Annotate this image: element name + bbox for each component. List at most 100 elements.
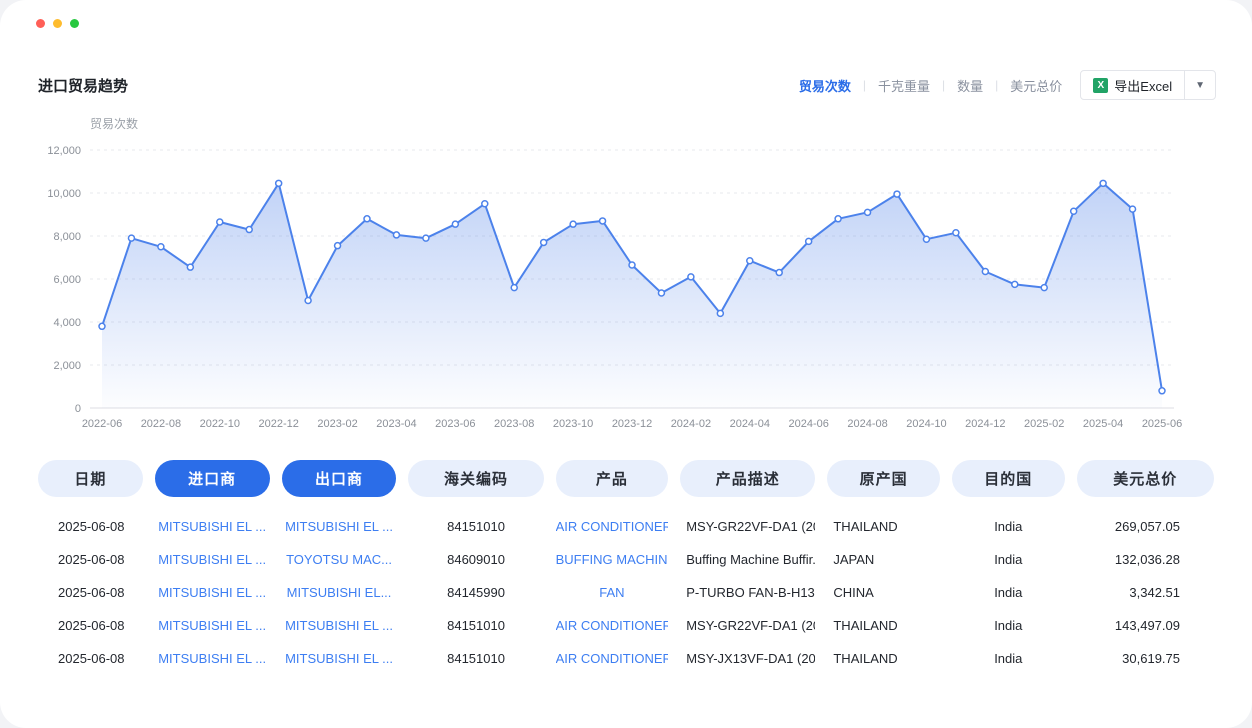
table-row: 2025-06-08 MITSUBISHI EL ... MITSUBISHI … [38, 510, 1214, 543]
cell-total-usd: 30,619.75 [1077, 651, 1214, 666]
svg-text:2022-10: 2022-10 [200, 418, 240, 430]
cell-importer-link[interactable]: MITSUBISHI EL ... [155, 552, 270, 567]
cell-importer-link[interactable]: MITSUBISHI EL ... [155, 519, 270, 534]
filter-pill[interactable]: 美元总价 [1077, 460, 1214, 497]
cell-origin-country: THAILAND [827, 618, 940, 633]
export-excel-label: 导出Excel [1114, 76, 1172, 95]
cell-date: 2025-06-08 [38, 618, 143, 633]
cell-destination-country: India [952, 585, 1065, 600]
cell-description: Buffing Machine Buffir... [680, 552, 815, 567]
header-row: 进口贸易趋势 贸易次数 | 千克重量 | 数量 | 美元总价 导出Excel ▼ [38, 70, 1216, 100]
svg-text:6,000: 6,000 [53, 274, 81, 286]
filter-pill[interactable]: 原产国 [827, 460, 940, 497]
window-traffic-lights [36, 19, 79, 28]
header-right: 贸易次数 | 千克重量 | 数量 | 美元总价 导出Excel ▼ [797, 70, 1216, 100]
cell-exporter-link[interactable]: MITSUBISHI EL ... [282, 618, 397, 633]
maximize-window-icon[interactable] [70, 19, 79, 28]
metric-tab-separator: | [995, 78, 998, 92]
minimize-window-icon[interactable] [53, 19, 62, 28]
svg-text:2023-04: 2023-04 [376, 418, 416, 430]
filter-pill[interactable]: 海关编码 [408, 460, 543, 497]
cell-hs-code: 84151010 [408, 651, 543, 666]
cell-hs-code: 84151010 [408, 618, 543, 633]
cell-exporter-link[interactable]: MITSUBISHI EL ... [282, 519, 397, 534]
cell-importer-link[interactable]: MITSUBISHI EL ... [155, 618, 270, 633]
cell-description: P-TURBO FAN-B-H13 ... [680, 585, 815, 600]
cell-description: MSY-JX13VF-DA1 (20D... [680, 651, 815, 666]
cell-importer-link[interactable]: MITSUBISHI EL ... [155, 651, 270, 666]
cell-date: 2025-06-08 [38, 585, 143, 600]
cell-hs-code: 84609010 [408, 552, 543, 567]
cell-origin-country: CHINA [827, 585, 940, 600]
filter-pill[interactable]: 目的国 [952, 460, 1065, 497]
svg-text:2023-08: 2023-08 [494, 418, 534, 430]
cell-destination-country: India [952, 651, 1065, 666]
svg-text:2024-08: 2024-08 [847, 418, 887, 430]
svg-text:2023-10: 2023-10 [553, 418, 593, 430]
cell-product-link[interactable]: AIR CONDITIONER [556, 519, 669, 534]
cell-product-link[interactable]: AIR CONDITIONER [556, 618, 669, 633]
cell-importer-link[interactable]: MITSUBISHI EL ... [155, 585, 270, 600]
page-title: 进口贸易趋势 [38, 75, 128, 96]
cell-origin-country: THAILAND [827, 519, 940, 534]
svg-text:0: 0 [75, 403, 81, 415]
svg-text:2025-06: 2025-06 [1142, 418, 1182, 430]
svg-text:2022-06: 2022-06 [82, 418, 122, 430]
cell-exporter-link[interactable]: TOYOTSU MAC... [282, 552, 397, 567]
svg-text:4,000: 4,000 [53, 317, 81, 329]
metric-tab-1[interactable]: 贸易次数 [797, 76, 853, 95]
svg-text:2024-02: 2024-02 [671, 418, 711, 430]
table-row: 2025-06-08 MITSUBISHI EL ... MITSUBISHI … [38, 576, 1214, 609]
cell-date: 2025-06-08 [38, 552, 143, 567]
svg-text:2023-12: 2023-12 [612, 418, 652, 430]
cell-date: 2025-06-08 [38, 651, 143, 666]
svg-text:2025-04: 2025-04 [1083, 418, 1123, 430]
svg-text:2024-06: 2024-06 [788, 418, 828, 430]
metric-tab-3[interactable]: 数量 [955, 76, 985, 95]
filter-pill[interactable]: 进口商 [155, 460, 270, 497]
cell-product-link[interactable]: AIR CONDITIONER [556, 651, 669, 666]
table-row: 2025-06-08 MITSUBISHI EL ... MITSUBISHI … [38, 642, 1214, 675]
cell-description: MSY-GR22VF-DA1 (20... [680, 618, 815, 633]
column-filter-pills: 日期进口商出口商海关编码产品产品描述原产国目的国美元总价 [38, 460, 1214, 497]
filter-pill[interactable]: 产品 [556, 460, 669, 497]
svg-text:2,000: 2,000 [53, 360, 81, 372]
close-window-icon[interactable] [36, 19, 45, 28]
cell-hs-code: 84145990 [408, 585, 543, 600]
svg-text:8,000: 8,000 [53, 231, 81, 243]
metric-tabs: 贸易次数 | 千克重量 | 数量 | 美元总价 [797, 76, 1064, 95]
filter-pill[interactable]: 日期 [38, 460, 143, 497]
cell-destination-country: India [952, 519, 1065, 534]
filter-pill[interactable]: 产品描述 [680, 460, 815, 497]
cell-origin-country: JAPAN [827, 552, 940, 567]
metric-tab-separator: | [863, 78, 866, 92]
cell-exporter-link[interactable]: MITSUBISHI EL... [282, 585, 397, 600]
svg-text:2022-08: 2022-08 [141, 418, 181, 430]
trade-trend-chart: 02,0004,0006,0008,00010,00012,000贸易次数202… [38, 112, 1216, 442]
filter-pill[interactable]: 出口商 [282, 460, 397, 497]
svg-text:10,000: 10,000 [47, 188, 81, 200]
cell-total-usd: 132,036.28 [1077, 552, 1214, 567]
svg-text:贸易次数: 贸易次数 [90, 116, 138, 131]
svg-text:2025-02: 2025-02 [1024, 418, 1064, 430]
cell-origin-country: THAILAND [827, 651, 940, 666]
cell-exporter-link[interactable]: MITSUBISHI EL ... [282, 651, 397, 666]
chevron-down-icon[interactable]: ▼ [1185, 80, 1215, 91]
metric-tab-2[interactable]: 千克重量 [876, 76, 932, 95]
svg-text:2022-12: 2022-12 [258, 418, 298, 430]
cell-product-link[interactable]: FAN [556, 585, 669, 600]
metric-tab-4[interactable]: 美元总价 [1008, 76, 1064, 95]
cell-total-usd: 3,342.51 [1077, 585, 1214, 600]
svg-text:2023-02: 2023-02 [317, 418, 357, 430]
cell-destination-country: India [952, 552, 1065, 567]
cell-product-link[interactable]: BUFFING MACHINE [556, 552, 669, 567]
export-excel-button[interactable]: 导出Excel ▼ [1080, 70, 1216, 100]
cell-total-usd: 143,497.09 [1077, 618, 1214, 633]
cell-hs-code: 84151010 [408, 519, 543, 534]
metric-tab-separator: | [942, 78, 945, 92]
window-card: 进口贸易趋势 贸易次数 | 千克重量 | 数量 | 美元总价 导出Excel ▼ 0 2,00… [0, 0, 1252, 728]
cell-total-usd: 269,057.05 [1077, 519, 1214, 534]
trade-records-table: 2025-06-08 MITSUBISHI EL ... MITSUBISHI … [38, 510, 1214, 675]
svg-text:2024-12: 2024-12 [965, 418, 1005, 430]
cell-date: 2025-06-08 [38, 519, 143, 534]
